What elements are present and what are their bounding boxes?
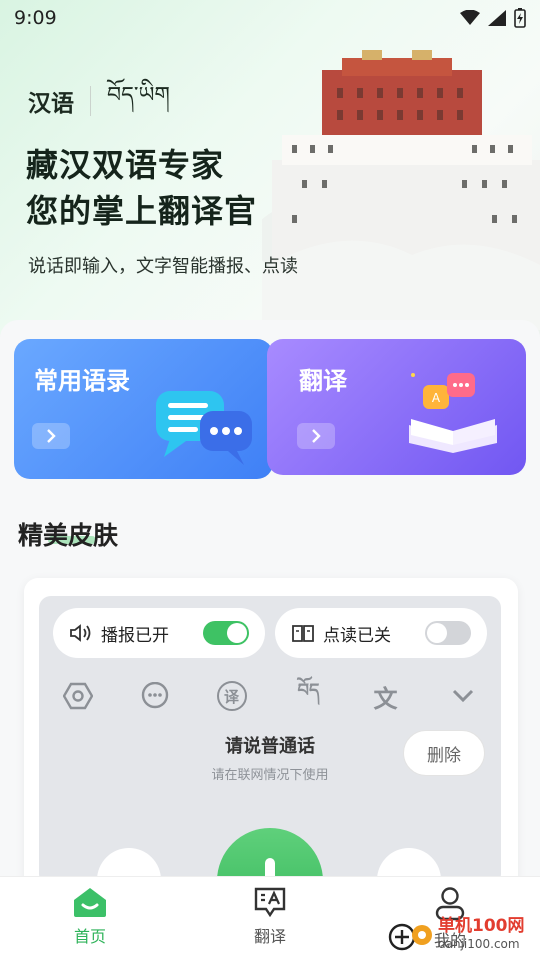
watermark-line1: 单机100网: [438, 916, 525, 936]
read-toggle-pill[interactable]: 点读已关: [275, 608, 487, 658]
tab-home[interactable]: 首页: [50, 887, 130, 947]
switch-knob: [427, 623, 447, 643]
broadcast-toggle-pill[interactable]: 播报已开: [53, 608, 265, 658]
tab-translate[interactable]: 翻译: [230, 887, 310, 947]
phrases-card[interactable]: 常用语录: [14, 339, 273, 479]
section-title-skins: 精美皮肤: [18, 521, 119, 550]
hero-subtitle: 说话即输入，文字智能播报、点读: [28, 256, 298, 277]
watermark-logo: [388, 923, 432, 951]
delete-button[interactable]: 删除: [403, 730, 485, 776]
status-bar: 9:09: [0, 0, 540, 36]
switch-knob: [227, 623, 247, 643]
chat-icon[interactable]: [135, 676, 175, 716]
translate-card[interactable]: 翻译 A: [267, 339, 526, 475]
status-icons: [460, 8, 526, 28]
status-time: 9:09: [14, 7, 57, 29]
divider: [90, 86, 91, 116]
hexagon-icon[interactable]: [58, 676, 98, 716]
language-switch: 汉语 བོད་ཡིག: [28, 70, 170, 132]
chevron-down-icon[interactable]: [443, 676, 483, 716]
translate-char-icon[interactable]: 译: [212, 676, 252, 716]
tab-translate-label: 翻译: [253, 927, 286, 946]
hero-banner: 9:09 汉语 བོད་ཡིག 藏汉双语专家 您的掌上翻译官 说话即输入，文字智…: [0, 0, 540, 335]
read-label: 点读已关: [323, 625, 391, 646]
speaker-icon: [70, 624, 91, 642]
broadcast-label: 播报已开: [101, 625, 169, 646]
svg-text:A: A: [432, 391, 441, 405]
hero-title-line1: 藏汉双语专家: [26, 146, 225, 184]
broadcast-switch[interactable]: [203, 621, 249, 645]
hero-title: 藏汉双语专家 您的掌上翻译官: [26, 142, 257, 234]
tool-row: 译 བོད 文: [39, 676, 501, 716]
phrases-card-title: 常用语录: [34, 367, 130, 395]
signal-icon: [488, 10, 506, 26]
translate-card-title: 翻译: [299, 367, 347, 395]
wen-char-icon[interactable]: 文: [366, 676, 406, 716]
watermark: 单机100网 danji100.com: [388, 912, 540, 958]
book-icon: [292, 625, 314, 642]
home-icon: [74, 888, 106, 917]
tab-chinese[interactable]: 汉语: [28, 84, 74, 120]
chevron-right-icon[interactable]: [297, 423, 335, 449]
read-switch[interactable]: [425, 621, 471, 645]
hero-title-line2: 您的掌上翻译官: [26, 192, 258, 230]
battery-icon: [514, 8, 526, 28]
watermark-line2: danji100.com: [438, 937, 520, 951]
chat-bubbles-icon: [156, 391, 252, 465]
wifi-icon: [460, 10, 480, 25]
watermark-text: 单机100网 danji100.com: [438, 917, 525, 953]
chevron-right-icon[interactable]: [32, 423, 70, 449]
book-translate-icon: A: [409, 373, 497, 453]
tibetan-char-icon[interactable]: བོད: [289, 676, 329, 716]
tab-home-label: 首页: [73, 927, 106, 946]
translate-doc-icon: [254, 887, 286, 917]
skin-preview[interactable]: 播报已开 点读已关 译 བོད 文 请说普通话 请在联网情况下使用 删除: [39, 596, 501, 886]
tab-tibetan[interactable]: བོད་ཡིག: [107, 70, 170, 132]
potala-palace-illustration: [262, 50, 540, 330]
